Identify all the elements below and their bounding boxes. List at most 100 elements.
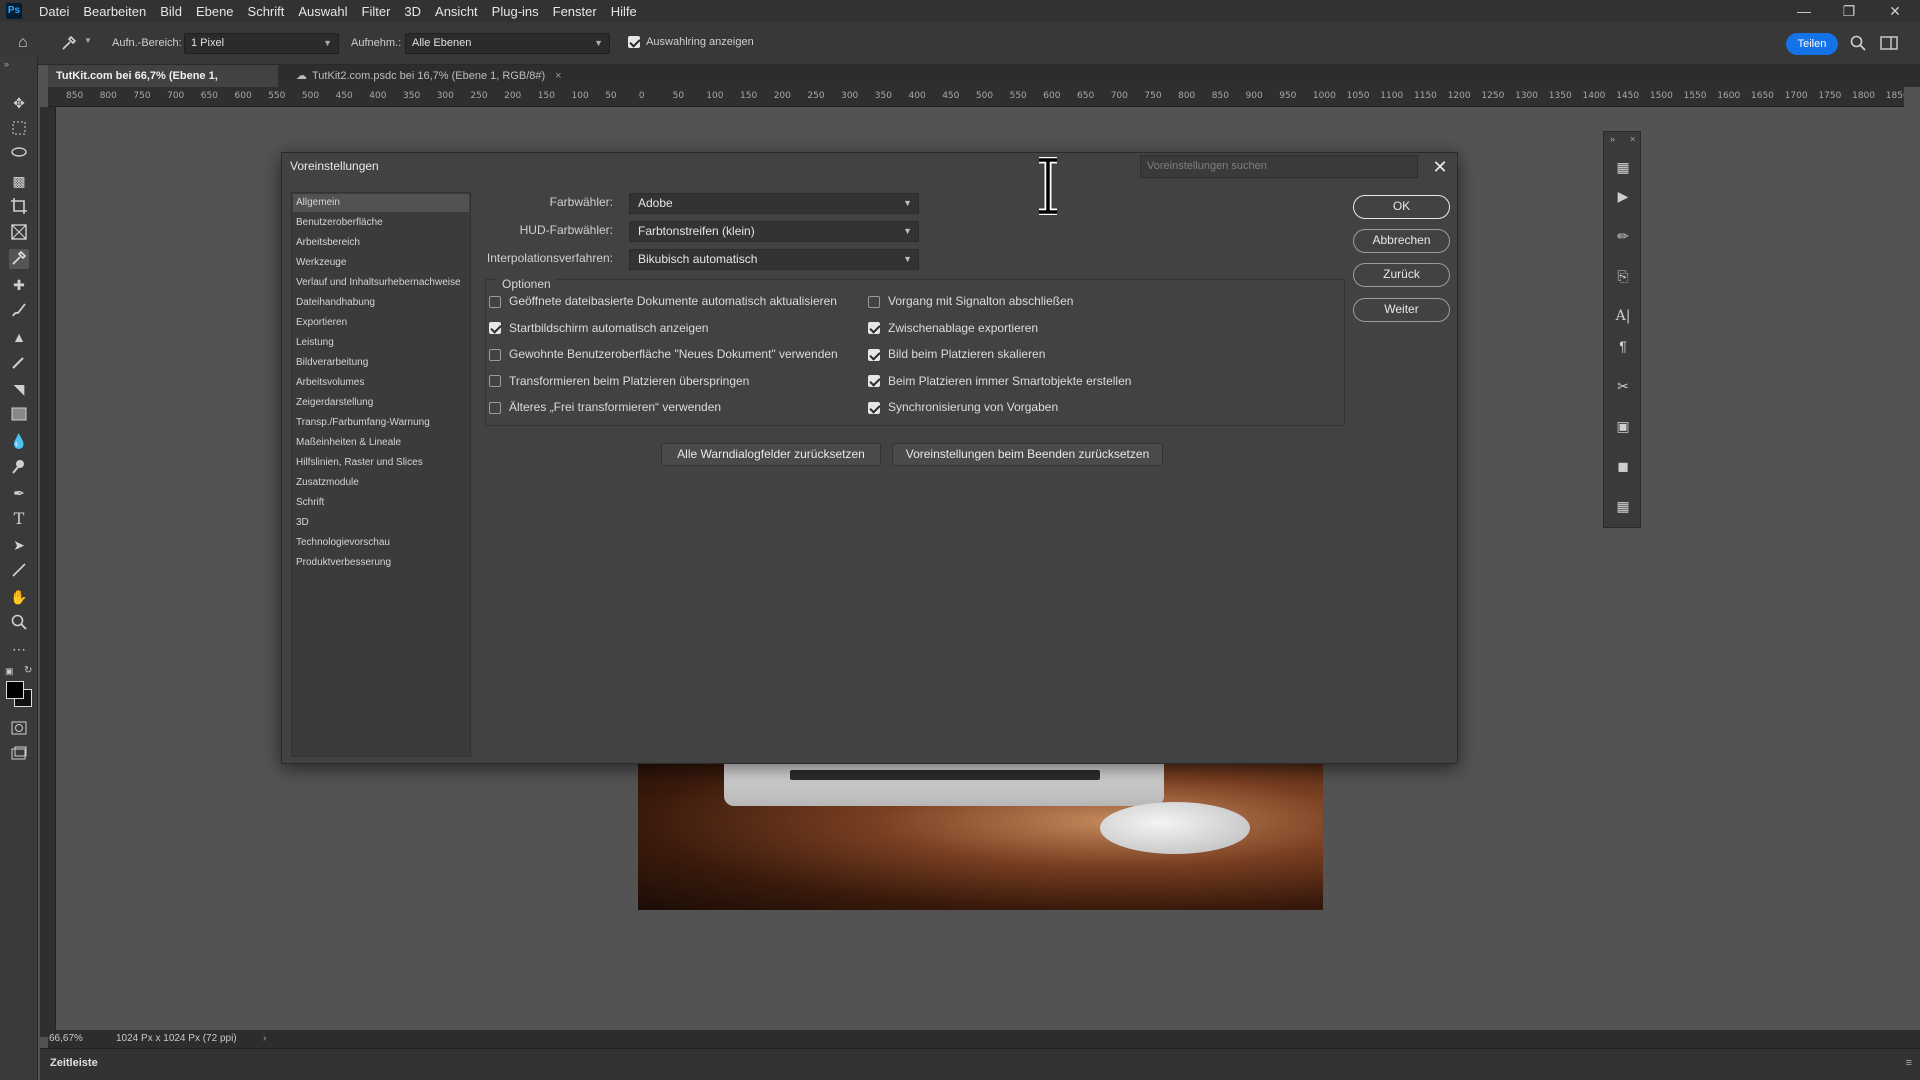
- menu-item[interactable]: Ansicht: [428, 4, 485, 19]
- tool-preset-chevron-icon[interactable]: ▼: [84, 36, 92, 45]
- option-checkbox[interactable]: [868, 375, 880, 388]
- glyphs-icon[interactable]: ▦: [1613, 496, 1633, 516]
- prev-button[interactable]: Zurück: [1353, 263, 1450, 287]
- crop-tool-icon[interactable]: [9, 197, 29, 217]
- category-item[interactable]: Benutzeroberfläche: [293, 214, 469, 232]
- character-icon[interactable]: A|: [1613, 306, 1633, 326]
- close-icon[interactable]: ✕: [1873, 0, 1917, 22]
- chevron-right-icon[interactable]: ›: [263, 1030, 266, 1048]
- option-checkbox[interactable]: [489, 401, 501, 414]
- history-icon[interactable]: ▦: [1613, 157, 1633, 177]
- menu-item[interactable]: Datei: [32, 4, 76, 19]
- category-item[interactable]: Maßeinheiten & Lineale: [293, 434, 469, 452]
- option-checkbox[interactable]: [489, 322, 501, 335]
- menu-item[interactable]: Filter: [355, 4, 398, 19]
- frame-tool-icon[interactable]: [9, 223, 29, 243]
- menu-item[interactable]: Plug-ins: [485, 4, 546, 19]
- menu-item[interactable]: 3D: [397, 4, 428, 19]
- clone-stamp-tool-icon[interactable]: ▲: [9, 327, 29, 347]
- menu-item[interactable]: Bearbeiten: [76, 4, 153, 19]
- category-item[interactable]: Produktverbesserung: [293, 554, 469, 572]
- actions-play-icon[interactable]: ▶: [1613, 186, 1633, 206]
- expand-panel-icon[interactable]: »: [4, 59, 9, 69]
- category-item[interactable]: Arbeitsbereich: [293, 234, 469, 252]
- restore-icon[interactable]: ❐: [1827, 0, 1871, 22]
- category-item[interactable]: Technologievorschau: [293, 534, 469, 552]
- option-checkbox[interactable]: [489, 375, 501, 388]
- zoom-level[interactable]: 66,67%: [49, 1030, 83, 1048]
- sample-layers-select[interactable]: Alle Ebenen ▼: [405, 33, 610, 54]
- option-row[interactable]: Bild beim Platzieren skalieren: [868, 347, 1045, 361]
- color-picker-select[interactable]: Adobe ▼: [629, 193, 919, 214]
- option-checkbox[interactable]: [868, 348, 880, 361]
- option-row[interactable]: Älteres „Frei transformieren“ verwenden: [489, 400, 721, 414]
- screen-mode-icon[interactable]: [9, 745, 29, 765]
- minimize-icon[interactable]: —: [1782, 0, 1826, 22]
- option-checkbox[interactable]: [868, 322, 880, 335]
- category-item[interactable]: Exportieren: [293, 314, 469, 332]
- category-item[interactable]: Hilfslinien, Raster und Slices: [293, 454, 469, 472]
- option-row[interactable]: Gewohnte Benutzeroberfläche "Neues Dokum…: [489, 347, 838, 361]
- hud-picker-select[interactable]: Farbtonstreifen (klein) ▼: [629, 221, 919, 242]
- foreground-color-swatch[interactable]: [6, 681, 24, 699]
- reset-warnings-button[interactable]: Alle Warndialogfelder zurücksetzen: [661, 443, 881, 466]
- category-item[interactable]: Zeigerdarstellung: [293, 394, 469, 412]
- menu-item[interactable]: Auswahl: [291, 4, 354, 19]
- layer-comps-icon[interactable]: ▣: [1613, 416, 1633, 436]
- category-item[interactable]: Transp./Farbumfang-Warnung: [293, 414, 469, 432]
- close-icon[interactable]: ×: [555, 70, 561, 82]
- option-row[interactable]: Zwischenablage exportieren: [868, 321, 1038, 335]
- eyedropper-tool-icon[interactable]: [9, 249, 29, 269]
- pen-tool-icon[interactable]: ✒: [9, 483, 29, 503]
- share-button[interactable]: Teilen: [1786, 33, 1838, 55]
- swap-colors-icon[interactable]: ↻: [24, 665, 32, 676]
- path-selection-tool-icon[interactable]: ➤: [9, 535, 29, 555]
- option-checkbox[interactable]: [868, 401, 880, 414]
- menu-item[interactable]: Fenster: [546, 4, 604, 19]
- next-button[interactable]: Weiter: [1353, 298, 1450, 322]
- dodge-tool-icon[interactable]: [9, 457, 29, 477]
- cancel-button[interactable]: Abbrechen: [1353, 229, 1450, 253]
- category-item[interactable]: Arbeitsvolumes: [293, 374, 469, 392]
- category-item[interactable]: Schrift: [293, 494, 469, 512]
- category-item[interactable]: Bildverarbeitung: [293, 354, 469, 372]
- ok-button[interactable]: OK: [1353, 195, 1450, 219]
- menu-item[interactable]: Hilfe: [604, 4, 644, 19]
- option-checkbox[interactable]: [489, 295, 501, 308]
- option-row[interactable]: Transformieren beim Platzieren übersprin…: [489, 374, 749, 388]
- category-item[interactable]: 3D: [293, 514, 469, 532]
- zoom-tool-icon[interactable]: [9, 613, 29, 633]
- category-item[interactable]: Werkzeuge: [293, 254, 469, 272]
- category-item[interactable]: Dateihandhabung: [293, 294, 469, 312]
- option-row[interactable]: Geöffnete dateibasierte Dokumente automa…: [489, 294, 837, 308]
- category-item[interactable]: Allgemein: [293, 194, 469, 212]
- category-item[interactable]: Leistung: [293, 334, 469, 352]
- plugins-icon[interactable]: ◼: [1613, 456, 1633, 476]
- reset-prefs-on-quit-button[interactable]: Voreinstellungen beim Beenden zurücksetz…: [892, 443, 1163, 466]
- preferences-search-input[interactable]: Voreinstellungen suchen: [1140, 155, 1418, 178]
- option-row[interactable]: Startbildschirm automatisch anzeigen: [489, 321, 708, 335]
- category-item[interactable]: Verlauf und Inhaltsurhebernachweise: [293, 274, 469, 292]
- blur-tool-icon[interactable]: 💧: [9, 431, 29, 451]
- history-brush-tool-icon[interactable]: [9, 353, 29, 373]
- search-icon[interactable]: [1849, 34, 1867, 52]
- eraser-tool-icon[interactable]: ◥: [9, 379, 29, 399]
- tab-tutkit[interactable]: TutKit.com bei 66,7% (Ebene 1, RGB/8#)×: [48, 65, 278, 104]
- show-ring-checkbox-row[interactable]: Auswahlring anzeigen: [628, 36, 754, 49]
- brush-settings-icon[interactable]: ✏: [1613, 226, 1633, 246]
- hand-tool-icon[interactable]: ✋: [9, 587, 29, 607]
- option-row[interactable]: Synchronisierung von Vorgaben: [868, 400, 1058, 414]
- healing-brush-tool-icon[interactable]: ✚: [9, 275, 29, 295]
- option-row[interactable]: Vorgang mit Signalton abschließen: [868, 294, 1073, 308]
- menu-item[interactable]: Bild: [153, 4, 189, 19]
- type-tool-icon[interactable]: T: [9, 509, 29, 529]
- default-colors-icon[interactable]: ▣: [5, 666, 14, 677]
- collapse-panel-icon[interactable]: »: [1610, 134, 1615, 144]
- category-item[interactable]: Zusatzmodule: [293, 474, 469, 492]
- panel-menu-icon[interactable]: ≡: [1906, 1049, 1912, 1077]
- gradient-tool-icon[interactable]: [9, 405, 29, 425]
- line-tool-icon[interactable]: [9, 561, 29, 581]
- canvas-image[interactable]: [638, 762, 1323, 910]
- marquee-tool-icon[interactable]: [9, 119, 29, 139]
- tool-presets-icon[interactable]: ✂: [1613, 376, 1633, 396]
